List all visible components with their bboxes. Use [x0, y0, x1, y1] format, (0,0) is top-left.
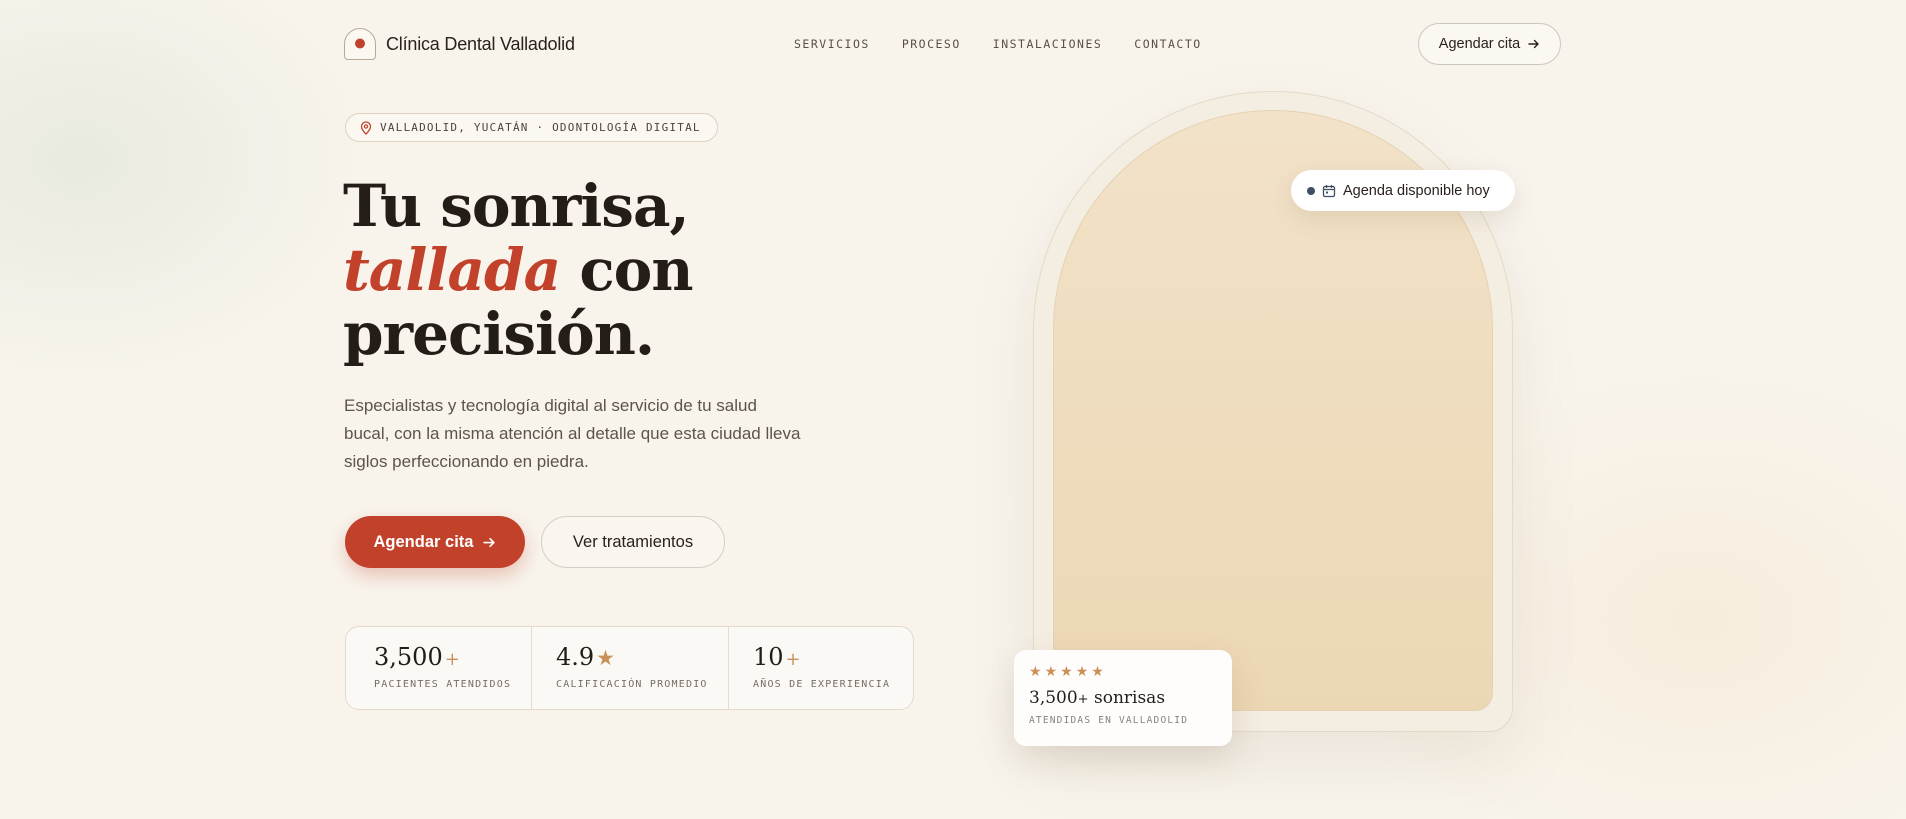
- star-icon: ★: [1029, 663, 1042, 679]
- header-book-button[interactable]: Agendar cita: [1418, 23, 1561, 65]
- book-appointment-label: Agendar cita: [373, 532, 474, 551]
- stat-value: 3,500: [374, 643, 443, 671]
- stat-value: 4.9: [556, 643, 595, 671]
- hero-title-line2-rest: con: [560, 236, 693, 304]
- main-nav: SERVICIOS PROCESO INSTALACIONES CONTACTO: [794, 37, 1202, 51]
- stat-rating: 4.9 ★ CALIFICACIÓN PROMEDIO: [532, 627, 729, 709]
- arrow-right-icon: [483, 537, 496, 547]
- hero-title-accent: tallada: [343, 236, 561, 304]
- hero-subtitle: Especialistas y tecnología digital al se…: [344, 396, 801, 471]
- smiles-word: sonrisas: [1088, 688, 1166, 708]
- smiles-card-subtitle: ATENDIDAS EN VALLADOLID: [1029, 715, 1189, 726]
- nav-instalaciones[interactable]: INSTALACIONES: [993, 37, 1103, 51]
- stat-label: CALIFICACIÓN PROMEDIO: [556, 679, 708, 690]
- view-treatments-label: Ver tratamientos: [572, 532, 694, 551]
- location-badge-text: VALLADOLID, YUCATÁN · ODONTOLOGÍA DIGITA…: [380, 121, 701, 134]
- arrow-right-icon: [1528, 39, 1539, 49]
- logo-mark-icon: [344, 28, 376, 60]
- stat-label: PACIENTES ATENDIDOS: [374, 679, 512, 690]
- header-book-label: Agendar cita: [1438, 36, 1521, 52]
- hero-title: Tu sonrisa, tallada con precisión.: [343, 174, 903, 366]
- calendar-icon: [1322, 184, 1336, 197]
- map-pin-icon: [360, 120, 372, 135]
- stat-label: AÑOS DE EXPERIENCIA: [753, 679, 891, 690]
- smiles-suffix: +: [1077, 692, 1089, 707]
- stat-suffix: +: [785, 649, 801, 670]
- smiles-card: ★ ★ ★ ★ ★ 3,500+ sonrisas ATENDIDAS EN V…: [1014, 650, 1232, 746]
- location-badge: VALLADOLID, YUCATÁN · ODONTOLOGÍA DIGITA…: [345, 113, 718, 142]
- availability-badge: Agenda disponible hoy: [1291, 170, 1515, 211]
- stats-panel: 3,500 + PACIENTES ATENDIDOS 4.9 ★ CALIFICA…: [345, 626, 914, 710]
- star-icon: ★: [1044, 663, 1058, 679]
- stat-patients: 3,500 + PACIENTES ATENDIDOS: [346, 627, 532, 709]
- stat-suffix: +: [444, 649, 460, 670]
- availability-badge-text: Agenda disponible hoy: [1343, 182, 1490, 199]
- background-glow: [0, 0, 1906, 819]
- stat-value: 10: [753, 643, 784, 671]
- logo-text: Clínica Dental Valladolid: [386, 33, 575, 54]
- book-appointment-button[interactable]: Agendar cita: [345, 516, 525, 568]
- star-icon: ★: [1075, 663, 1089, 679]
- stat-experience: 10 + AÑOS DE EXPERIENCIA: [729, 627, 913, 709]
- nav-contacto[interactable]: CONTACTO: [1134, 37, 1201, 51]
- nav-servicios[interactable]: SERVICIOS: [794, 37, 870, 51]
- hero-title-line3: precisión.: [343, 300, 655, 368]
- star-icon: ★: [596, 646, 615, 670]
- smiles-card-title: 3,500+ sonrisas: [1029, 688, 1232, 708]
- star-icon: ★: [1091, 663, 1104, 679]
- nav-proceso[interactable]: PROCESO: [902, 37, 961, 51]
- status-dot: [1307, 186, 1315, 195]
- view-treatments-button[interactable]: Ver tratamientos: [541, 516, 725, 568]
- rating-stars: ★ ★ ★ ★ ★: [1029, 664, 1232, 678]
- smiles-count: 3,500: [1029, 688, 1078, 708]
- hero-title-line1: Tu sonrisa,: [343, 172, 690, 240]
- logo[interactable]: Clínica Dental Valladolid: [344, 28, 575, 60]
- star-icon: ★: [1060, 663, 1073, 679]
